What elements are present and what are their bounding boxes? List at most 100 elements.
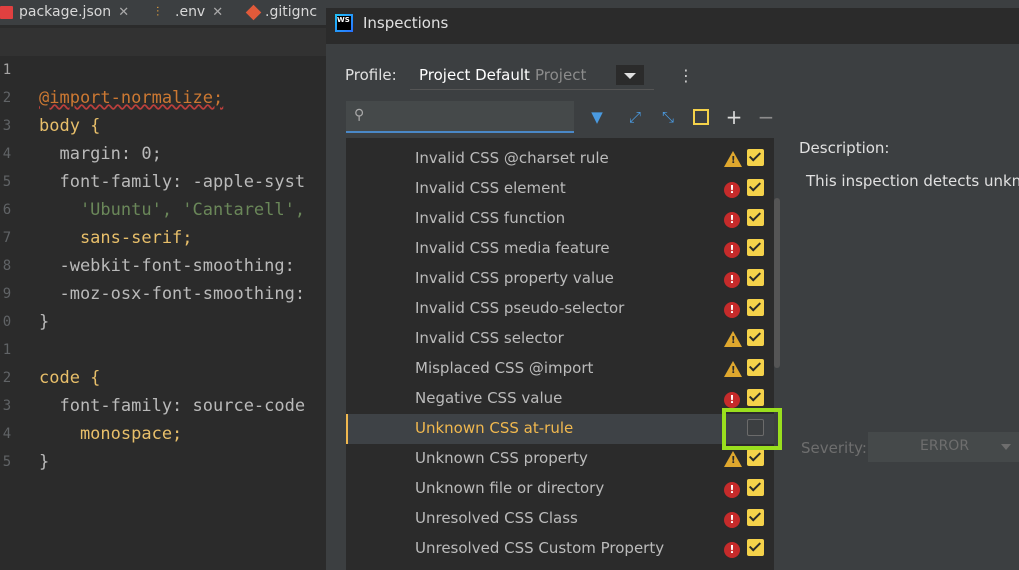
error-icon: !	[724, 392, 740, 408]
search-icon: ⚲	[354, 107, 365, 123]
remove-icon[interactable]: −	[755, 106, 777, 128]
enabled-checkbox[interactable]	[747, 209, 764, 226]
list-item[interactable]: Invalid CSS element !	[346, 174, 774, 204]
list-item[interactable]: Unresolved CSS Class !	[346, 504, 774, 534]
list-item-selected[interactable]: Unknown CSS at-rule	[346, 414, 774, 444]
tab-label: .gitignc	[265, 4, 318, 20]
enabled-checkbox[interactable]	[747, 269, 764, 286]
more-options-icon[interactable]: ⋮	[678, 66, 694, 85]
background-tabs-strip	[326, 0, 1019, 8]
code-line: 4 font-family: -apple-syst	[0, 112, 326, 192]
tab-package-json[interactable]: package.json ✕	[0, 0, 129, 24]
selection-marker	[346, 414, 348, 444]
chevron-down-icon	[1001, 444, 1011, 450]
code-line: 5 'Ubuntu', 'Cantarell',	[0, 140, 326, 220]
git-file-icon	[245, 4, 262, 20]
inspection-label: Unresolved CSS Class	[415, 509, 578, 527]
list-item[interactable]: Unresolved CSS Custom Property !	[346, 534, 774, 564]
enabled-checkbox[interactable]	[747, 149, 764, 166]
tab-gitignore[interactable]: .gitignc	[245, 0, 318, 24]
inspection-label: Invalid CSS media feature	[415, 239, 610, 257]
enabled-checkbox[interactable]	[747, 329, 764, 346]
line-number: 5	[2, 454, 12, 470]
list-item[interactable]: Unknown CSS property !	[346, 444, 774, 474]
severity-dropdown[interactable]: ERROR	[868, 432, 1019, 462]
inspection-label: Misplaced CSS @import	[415, 359, 594, 377]
code-line: 5	[0, 420, 326, 470]
profile-scope: Project	[535, 66, 587, 84]
inspection-label: Invalid CSS element	[415, 179, 566, 197]
list-item[interactable]: Invalid CSS function !	[346, 204, 774, 234]
enabled-checkbox[interactable]	[747, 389, 764, 406]
enabled-checkbox[interactable]	[747, 449, 764, 466]
code-line: 7 -webkit-font-smoothing:	[0, 196, 326, 276]
code-line: 2 font-family: source-code	[0, 336, 326, 416]
error-icon: !	[724, 212, 740, 228]
inspection-label: Negative CSS value	[415, 389, 563, 407]
code-editor[interactable]: 1 @import-normalize; 2 body { 3 margin: …	[0, 25, 326, 570]
list-item[interactable]: Invalid CSS selector !	[346, 324, 774, 354]
inspection-label: Unknown file or directory	[415, 479, 605, 497]
code-line: 3 margin: 0;	[0, 84, 326, 164]
error-icon: !	[724, 182, 740, 198]
enabled-checkbox[interactable]	[747, 509, 764, 526]
profile-dropdown[interactable]: Project Default Project	[410, 61, 654, 90]
code-line: 2 body {	[0, 56, 326, 136]
description-text: This inspection detects unkno	[806, 172, 1019, 190]
code-line: 9 }	[0, 252, 326, 332]
warning-icon: !	[724, 151, 742, 167]
reset-icon[interactable]	[690, 106, 712, 128]
enabled-checkbox[interactable]	[747, 239, 764, 256]
tab-env[interactable]: ⫶ .env ✕	[156, 0, 223, 24]
profile-value: Project Default	[419, 66, 530, 84]
list-item[interactable]: Invalid CSS media feature !	[346, 234, 774, 264]
enabled-checkbox[interactable]	[747, 179, 764, 196]
add-icon[interactable]: +	[723, 106, 745, 128]
list-item[interactable]: Invalid CSS pseudo-selector !	[346, 294, 774, 324]
error-icon: !	[724, 242, 740, 258]
list-item[interactable]: Misplaced CSS @import !	[346, 354, 774, 384]
inspection-label: Invalid CSS pseudo-selector	[415, 299, 625, 317]
code-line: 6 sans-serif;	[0, 168, 326, 248]
inspection-label: Unresolved CSS Custom Property	[415, 539, 665, 557]
list-item[interactable]: Invalid CSS property value !	[346, 264, 774, 294]
warning-icon: !	[724, 331, 742, 347]
env-file-icon: ⫶	[156, 4, 160, 20]
enabled-checkbox[interactable]	[747, 539, 764, 556]
dialog-title-bar: WS Inspections	[326, 0, 1019, 44]
close-icon[interactable]: ✕	[212, 5, 223, 20]
severity-label: Severity:	[801, 439, 867, 457]
error-icon: !	[724, 512, 740, 528]
json-file-icon	[0, 5, 13, 19]
filter-icon[interactable]: ▼	[586, 106, 608, 128]
close-icon[interactable]: ✕	[118, 5, 129, 20]
profile-label: Profile:	[345, 66, 397, 84]
expand-all-icon[interactable]: ⤢	[624, 106, 646, 128]
list-item[interactable]: Invalid CSS @charset rule !	[346, 144, 774, 174]
editor-tab-bar: package.json ✕ ⫶ .env ✕ .gitignc	[0, 0, 326, 26]
dialog-title: Inspections	[363, 14, 449, 32]
list-item[interactable]: Unknown file or directory !	[346, 474, 774, 504]
collapse-all-icon[interactable]: ⤡	[657, 106, 679, 128]
chevron-down-icon[interactable]	[616, 65, 644, 85]
severity-value: ERROR	[920, 438, 970, 454]
tab-label: .env	[175, 4, 206, 20]
warning-icon: !	[724, 451, 742, 467]
inspection-label: Invalid CSS @charset rule	[415, 149, 609, 167]
list-scrollbar[interactable]	[774, 198, 780, 368]
description-label: Description:	[799, 139, 890, 157]
webstorm-logo-icon: WS	[335, 14, 353, 32]
highlight-box	[722, 408, 782, 450]
enabled-checkbox[interactable]	[747, 299, 764, 316]
error-icon: !	[724, 302, 740, 318]
enabled-checkbox[interactable]	[747, 359, 764, 376]
code-line: 4 }	[0, 392, 326, 472]
code-line: 1 code {	[0, 308, 326, 388]
inspection-label: Invalid CSS property value	[415, 269, 614, 287]
inspection-label: Unknown CSS at-rule	[415, 419, 574, 437]
enabled-checkbox[interactable]	[747, 479, 764, 496]
search-input[interactable]: ⚲	[346, 101, 574, 133]
code-line: 8 -moz-osx-font-smoothing:	[0, 224, 326, 304]
list-item[interactable]: Negative CSS value !	[346, 384, 774, 414]
inspections-tree[interactable]: Invalid CSS @charset rule ! Invalid CSS …	[346, 138, 774, 570]
